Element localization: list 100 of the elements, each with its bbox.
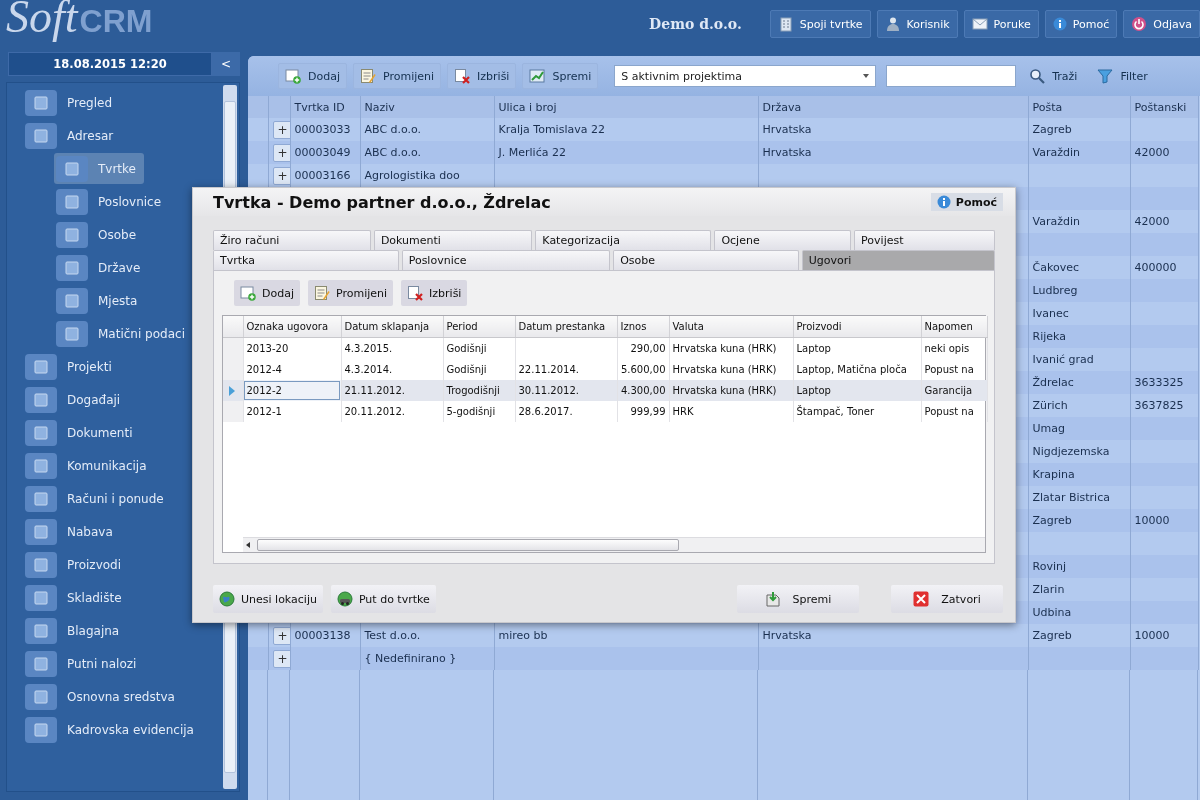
table-cell: Kralja Tomislava 22 [494,118,758,141]
toolbar-button[interactable]: Promijeni [353,63,442,89]
expand-button[interactable]: + [272,166,293,185]
table-cell: 10000 [1130,509,1198,532]
table-cell: Hrvatska [758,118,1028,141]
sidebar-item[interactable]: Putni nalozi [23,648,145,679]
collapse-button[interactable]: < [212,52,240,76]
globe-icon [219,591,235,607]
column-header[interactable]: Ulica i broj [494,96,758,118]
table-cell: 3633325 [1130,371,1198,394]
tile-icon [25,89,57,116]
sidebar-item[interactable]: Događaji [23,384,129,415]
toolbar-button[interactable]: Promijeni [308,280,394,306]
column-header[interactable]: Poštanski [1130,96,1198,118]
help-button[interactable]: Pomoć [930,193,1003,211]
tab[interactable]: Poslovnice [401,250,611,270]
table-cell: Ivanec [1028,302,1130,325]
table-cell: HRK [669,401,793,422]
tab[interactable]: Kategorizacija [535,230,712,250]
column-header[interactable]: Tvrtka ID [290,96,360,118]
sidebar-item[interactable]: Adresar [23,120,122,151]
column-header[interactable]: Naziv [360,96,494,118]
tile-icon [25,650,57,677]
sidebar-item[interactable]: Računi i ponude [23,483,172,514]
sidebar-item[interactable]: Osobe [54,219,145,250]
notepad-pencil-icon [360,68,376,84]
table-cell: Godišnji [443,337,515,359]
sidebar-item[interactable]: Mjesta [54,285,146,316]
sidebar-item[interactable]: Poslovnice [54,186,170,217]
column-header[interactable]: Iznos [617,316,669,338]
footer-button[interactable]: Zatvori [891,585,1003,613]
table-cell: 10000 [1130,624,1198,647]
tile-icon [25,716,57,743]
sidebar-item[interactable]: Države [54,252,149,283]
table-cell: { Nedefinirano } [360,647,494,670]
sidebar-item[interactable]: Nabava [23,516,121,547]
column-header[interactable]: Period [443,316,515,338]
filter-dropdown[interactable]: S aktivnim projektima [614,65,877,87]
footer-button[interactable]: Spremi [737,585,859,613]
table-cell: Rovinj [1028,555,1130,578]
table-cell: 400000 [1130,256,1198,279]
tile-icon [56,254,88,281]
column-header[interactable]: Država [758,96,1028,118]
table-cell: Udbina [1028,601,1130,624]
toolbar-button[interactable]: Spremi [522,63,599,89]
toolbar-button[interactable]: Dodaj [234,280,300,306]
table-cell: Hrvatska [758,624,1028,647]
add-document-icon [285,68,301,84]
tile-icon [25,419,57,446]
scrollbar-thumb[interactable] [257,539,679,551]
expand-button[interactable]: + [272,626,293,645]
tab[interactable]: Povijest [854,230,995,250]
tile-icon [25,617,57,644]
footer-button[interactable]: Unesi lokaciju [213,585,323,613]
tab[interactable]: Tvrtka [213,250,399,270]
toolbar-button[interactable]: Dodaj [278,63,347,89]
sidebar-item[interactable]: Skladište [23,582,130,613]
table-cell: Laptop [793,337,921,359]
tab[interactable]: Ugovori [801,250,995,270]
grid-row[interactable]: 2012-2 21.11.2012. Trogodišnji 30.11.2012. 4.300,00 Hrvatska kuna (HRK) Laptop Garancija [223,380,987,401]
sidebar-item[interactable]: Kadrovska evidencija [23,714,202,745]
column-header[interactable]: Datum prestanka [515,316,617,338]
search-field[interactable] [886,65,1017,87]
tab[interactable]: Osobe [613,250,799,270]
table-cell: 42000 [1130,210,1198,233]
grid-row[interactable]: 2013-20 4.3.2015. Godišnji 290,00 Hrvatska kuna (HRK) Laptop neki opis [223,337,987,359]
search-button[interactable]: Traži [1022,63,1085,89]
grid-row[interactable]: 2012-1 20.11.2012. 5-godišnji 28.6.2017. 999,99 HRK Štampač, Toner Popust na [223,401,987,422]
date-time: 18.08.2015 12:20 [8,52,212,76]
toolbar-button[interactable]: Izbriši [447,63,517,89]
expand-button[interactable]: + [272,120,293,139]
sidebar-item[interactable]: Dokumenti [23,417,141,448]
sidebar-item[interactable]: Projekti [23,351,120,382]
table-cell: Zlarin [1028,578,1130,601]
sidebar-item[interactable]: Matični podaci [54,318,193,349]
tab[interactable]: Ocjene [714,230,852,250]
sidebar-item[interactable]: Komunikacija [23,450,155,481]
search-icon [1029,68,1046,84]
table-cell: ABC d.o.o. [360,118,494,141]
table-cell: 00003138 [290,624,360,647]
sidebar-item[interactable]: Blagajna [23,615,128,646]
table-cell: Umag [1028,417,1130,440]
column-header[interactable]: Napomen [921,316,987,338]
sidebar-item[interactable]: Osnovna sredstva [23,681,183,712]
column-header[interactable]: Pošta [1028,96,1130,118]
sidebar-item[interactable]: Pregled [23,87,121,118]
toolbar-button[interactable]: Izbriši [401,280,468,306]
table-cell: 21.11.2012. [341,380,443,401]
expand-button[interactable]: + [272,143,293,162]
tab[interactable]: Žiro računi [213,230,371,250]
column-header[interactable]: Valuta [669,316,793,338]
column-header[interactable]: Oznaka ugovora [243,316,341,338]
expand-button[interactable]: + [272,649,293,668]
table-cell: 2012-2 [243,380,341,401]
filter-button[interactable]: Filter [1090,63,1155,89]
tab[interactable]: Dokumenti [373,230,533,250]
sidebar-item[interactable]: Proizvodi [23,549,130,580]
column-header[interactable]: Datum sklapanja [341,316,443,338]
column-header[interactable]: Proizvodi [793,316,921,338]
footer-button[interactable]: Put do tvrtke [330,585,436,613]
